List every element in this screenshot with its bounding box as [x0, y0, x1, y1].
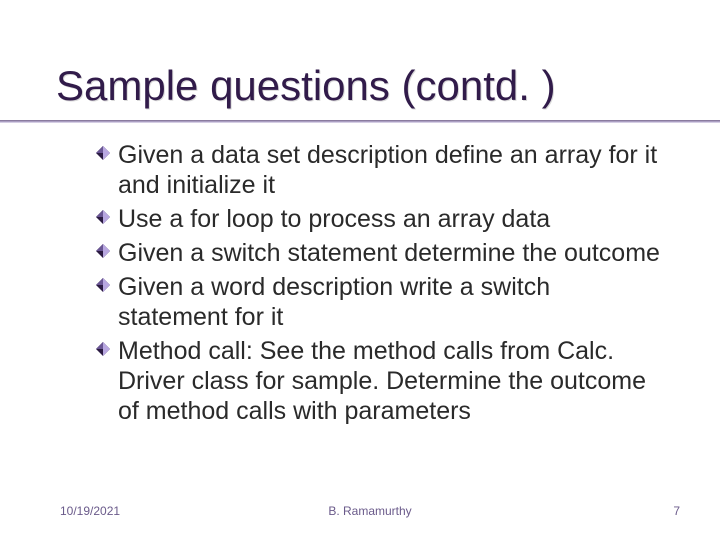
slide: Sample questions (contd. ) Given a data … — [0, 0, 720, 540]
bullet-text: Use a for loop to process an array data — [118, 205, 550, 233]
diamond-bullet-icon — [96, 278, 110, 292]
list-item: Given a word description write a switch … — [96, 272, 660, 332]
bullet-text: Given a switch statement determine the o… — [118, 239, 660, 267]
list-item: Given a switch statement determine the o… — [96, 238, 660, 268]
diamond-bullet-icon — [96, 210, 110, 224]
diamond-bullet-icon — [96, 146, 110, 160]
bullet-text: Given a word description write a switch … — [118, 273, 550, 331]
footer-page-number: 7 — [673, 504, 680, 518]
diamond-bullet-icon — [96, 244, 110, 258]
slide-title: Sample questions (contd. ) — [56, 62, 680, 110]
list-item: Use a for loop to process an array data — [96, 204, 660, 234]
slide-body: Given a data set description define an a… — [96, 140, 660, 430]
bullet-text: Method call: See the method calls from C… — [118, 337, 646, 425]
footer-date: 10/19/2021 — [60, 504, 120, 518]
bullet-text: Given a data set description define an a… — [118, 141, 657, 199]
footer-author: B. Ramamurthy — [328, 504, 411, 518]
diamond-bullet-icon — [96, 342, 110, 356]
title-underline — [0, 120, 720, 123]
list-item: Method call: See the method calls from C… — [96, 336, 660, 426]
list-item: Given a data set description define an a… — [96, 140, 660, 200]
